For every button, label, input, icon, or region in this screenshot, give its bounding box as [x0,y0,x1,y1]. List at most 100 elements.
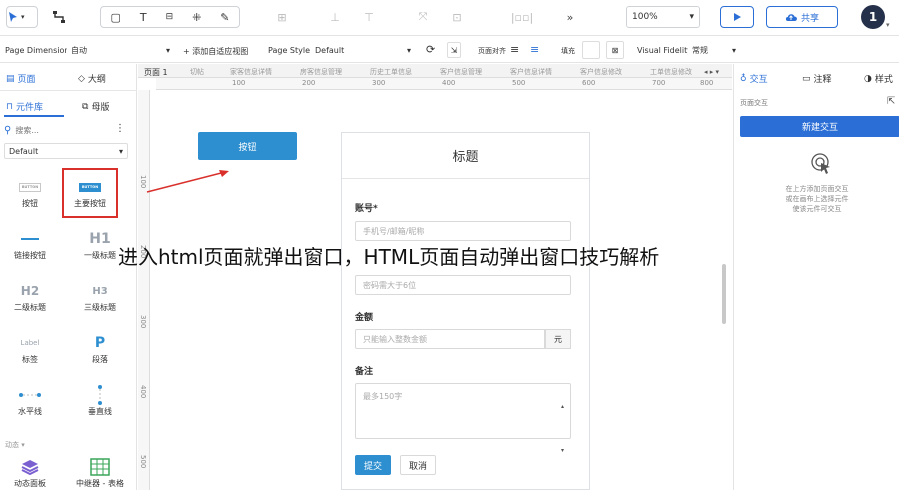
page-tab[interactable]: 客户信息管理 [440,66,482,78]
remark-label: 备注 [355,367,374,377]
distribute-icon[interactable]: ⤧ [416,7,430,27]
cloud-upload-icon [785,14,797,22]
page-tab[interactable]: 工单信息修改 [650,66,692,78]
page-tab[interactable]: 切帖 [190,66,204,78]
style-icon: ◑ [864,73,872,84]
page-dimensions-select[interactable]: 自动 ▾ [67,42,174,58]
tab-scroll-icons[interactable]: ◂ ▸ ▾ [704,66,719,78]
library-select[interactable]: Default ▾ [4,143,128,159]
open-external-icon[interactable]: ⇱ [887,96,895,107]
table-icon [90,458,110,476]
component-label[interactable]: Label 标签 [2,332,58,365]
library-icon: ⊓ [6,101,14,112]
amount-field[interactable]: 只能输入整数金额 [355,329,545,349]
fill-color-swatch[interactable] [582,41,600,59]
tab-interactions[interactable]: ♁ 交互 [740,72,768,86]
form-title: 标题 [342,133,589,179]
page-tab[interactable]: 客户信息详情 [510,66,552,78]
fill-image-icon[interactable]: ⊠ [606,41,624,59]
add-adaptive-view-link[interactable]: + 添加自适应视图 [183,46,248,57]
canvas-primary-button[interactable]: 按钮 [198,132,297,160]
component-h2[interactable]: H2 二级标题 [2,280,58,313]
visual-fidelity-select[interactable]: 常规 ▾ [688,42,740,58]
account-chevron-icon[interactable]: ▾ [886,21,890,29]
field-icon[interactable]: ⊟ [161,12,179,22]
page-align-label: 页面对齐 [478,47,506,55]
more-tools-icon[interactable]: » [560,7,580,27]
preview-button[interactable] [720,6,754,28]
cancel-button[interactable]: 取消 [400,455,436,475]
section-dynamic-label[interactable]: 动态 ▾ [5,440,25,450]
page-style-edit-icon[interactable]: ⟳ [426,43,435,56]
new-interaction-button[interactable]: 新建交互 [740,116,899,137]
component-vertical-line[interactable]: 垂直线 [72,384,128,417]
canvas-scrollbar[interactable] [722,264,726,324]
arrange-icon[interactable]: ⊡ [450,7,464,27]
page-dimensions-label: Page Dimensions [5,46,74,55]
component-button[interactable]: BUTTON 按钮 [2,176,58,209]
align-center-icon[interactable]: ⊤ [362,7,376,27]
tab-masters[interactable]: ⧉ 母版 [82,100,110,114]
tab-pages[interactable]: ▤ 页面 [6,72,36,86]
select-tool-button[interactable]: ▾ [6,6,38,28]
page-style-select[interactable]: Default ▾ [311,42,415,58]
divider [0,90,137,91]
layers-icon [21,460,39,476]
avatar[interactable]: 1 [861,5,885,29]
component-horizontal-line[interactable]: 水平线 [2,384,58,417]
hint-line: 在上方添加页面交互 [785,185,849,193]
align-left-icon[interactable]: ≡ [510,43,519,56]
outline-icon: ◇ [78,73,85,84]
password-field[interactable]: 密码需大于6位 [355,275,571,295]
page-style-manage-icon[interactable]: ⇲ [447,42,461,58]
page-tab[interactable]: 房客信息管理 [300,66,342,78]
component-link-button[interactable]: 链接按钮 [2,228,58,261]
zoom-select[interactable]: 100% ▾ [626,6,700,28]
tab-notes[interactable]: ▭ 注释 [802,72,832,86]
align-center-icon[interactable]: ≡ [530,43,539,56]
component-primary-button[interactable]: BUTTON 主要按钮 [62,168,118,218]
page-tab[interactable]: 历史工单信息 [370,66,412,78]
component-label: 垂直线 [88,407,112,416]
text-icon[interactable]: T [135,11,152,24]
search-input[interactable] [15,125,86,135]
share-button[interactable]: 共享 [766,6,838,28]
library-search[interactable]: ⚲ [4,122,98,138]
component-paragraph[interactable]: P 段落 [72,332,128,365]
h3-icon: H3 [92,285,108,297]
component-label: 段落 [92,355,108,364]
ruler-tick: 500 [512,79,526,87]
hotspot-icon[interactable]: ⁜ [187,11,206,24]
tab-outline[interactable]: ◇ 大纲 [78,72,106,86]
amount-label: 金额 [355,313,374,323]
remark-textarea[interactable]: 最多150字 [355,383,571,439]
page-tab[interactable]: 客户信息修改 [580,66,622,78]
page-tab[interactable]: 页面 1 [144,66,168,78]
align-left-icon[interactable]: ⊥ [328,7,342,27]
account-field[interactable]: 手机号/邮箱/昵称 [355,221,571,241]
label-icon: Label [20,339,40,347]
ruler-tick: 700 [652,79,666,87]
page-dimensions-value: 自动 [71,45,87,55]
overlay-caption: 进入html页面就弹出窗口，HTML页面自动弹出窗口技巧解析 [118,245,660,269]
textarea-scroll-icon[interactable]: ▴ ▾ [561,385,564,473]
pen-icon[interactable]: ✎ [215,11,234,24]
submit-button[interactable]: 提交 [355,455,391,475]
ruler-tick: 800 [700,79,714,87]
shape-icon[interactable]: ▢ [105,11,125,24]
align-group-icon[interactable]: |▫▫| [502,7,542,27]
page-tab[interactable]: 家客信息详情 [230,66,272,78]
connect-tool-icon[interactable] [48,7,70,27]
horizontal-line-icon [19,393,41,397]
tab-library[interactable]: ⊓ 元件库 [6,100,43,114]
component-label: 中继器 - 表格 [76,479,124,488]
more-options-icon[interactable]: ⋮ [115,123,125,134]
pages-icon: ▤ [6,73,15,84]
right-panel: ♁ 交互 ▭ 注释 ◑ 样式 页面交互 ⇱ 新建交互 在上方添加页面交互 或在画布上选… [733,64,899,490]
tab-style[interactable]: ◑ 样式 [864,72,893,86]
component-h3[interactable]: H3 三级标题 [72,280,128,313]
component-repeater-table[interactable]: 中继器 - 表格 [72,456,128,489]
tab-masters-label: 母版 [91,103,110,113]
component-dynamic-panel[interactable]: 动态面板 [2,456,58,489]
group-icon[interactable]: ⊞ [275,7,289,27]
